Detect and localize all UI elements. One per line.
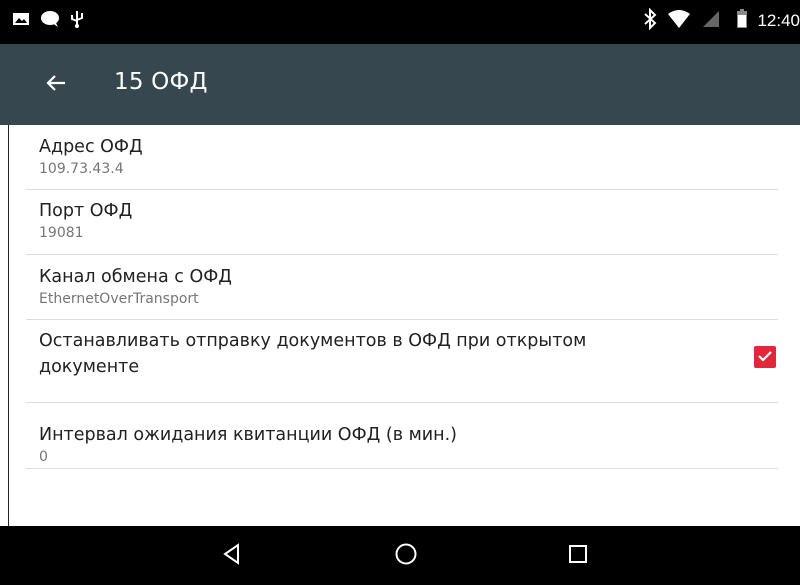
wifi-icon xyxy=(667,9,691,33)
pref-summary: EthernetOverTransport xyxy=(39,291,199,307)
status-right-icons: 12:40 xyxy=(643,7,800,34)
home-circle-icon xyxy=(394,542,418,570)
pref-ofd-port[interactable]: Порт ОФД 19081 xyxy=(26,190,778,255)
usb-icon xyxy=(70,9,84,33)
pref-title: Останавливать отправку документов в ОФД … xyxy=(39,331,587,377)
screen: 12:40 15 ОФД Адрес ОФД 109.73.43.4 Порт … xyxy=(0,0,800,585)
image-icon xyxy=(12,11,30,31)
pref-title: Интервал ожидания квитанции ОФД (в мин.) xyxy=(39,425,457,445)
chat-bubble-icon xyxy=(40,10,60,32)
status-bar: 12:40 xyxy=(0,0,800,44)
stop-sending-checkbox[interactable] xyxy=(754,346,776,368)
pref-title: Канал обмена с ОФД xyxy=(39,267,232,287)
battery-icon xyxy=(737,9,748,33)
nav-back-button[interactable] xyxy=(202,526,262,585)
navigation-bar xyxy=(0,526,800,585)
arrow-back-icon xyxy=(46,74,66,96)
page-title: 15 ОФД xyxy=(114,69,208,95)
status-time: 12:40 xyxy=(757,11,800,30)
nav-recents-button[interactable] xyxy=(548,526,608,585)
nav-home-button[interactable] xyxy=(376,526,436,585)
pref-receipt-wait-interval[interactable]: Интервал ожидания квитанции ОФД (в мин.)… xyxy=(26,403,778,469)
pref-ofd-address[interactable]: Адрес ОФД 109.73.43.4 xyxy=(26,125,778,190)
pref-title: Порт ОФД xyxy=(39,201,133,221)
pref-summary: 19081 xyxy=(39,225,84,241)
pref-ofd-exchange-channel[interactable]: Канал обмена с ОФД EthernetOverTransport xyxy=(26,255,778,320)
bluetooth-icon xyxy=(643,7,657,34)
checkmark-icon xyxy=(757,348,773,367)
pref-summary: 0 xyxy=(39,449,48,465)
back-button[interactable] xyxy=(36,65,76,105)
pref-summary: 109.73.43.4 xyxy=(39,161,124,177)
preferences-list: Адрес ОФД 109.73.43.4 Порт ОФД 19081 Кан… xyxy=(9,125,800,469)
status-left-icons xyxy=(12,9,84,33)
no-signal-icon xyxy=(701,9,721,33)
app-bar: 15 ОФД xyxy=(0,44,800,125)
pref-title: Адрес ОФД xyxy=(39,137,143,157)
back-triangle-icon xyxy=(222,542,242,569)
recents-square-icon xyxy=(568,544,588,568)
pref-stop-sending-documents[interactable]: Останавливать отправку документов в ОФД … xyxy=(26,320,778,403)
